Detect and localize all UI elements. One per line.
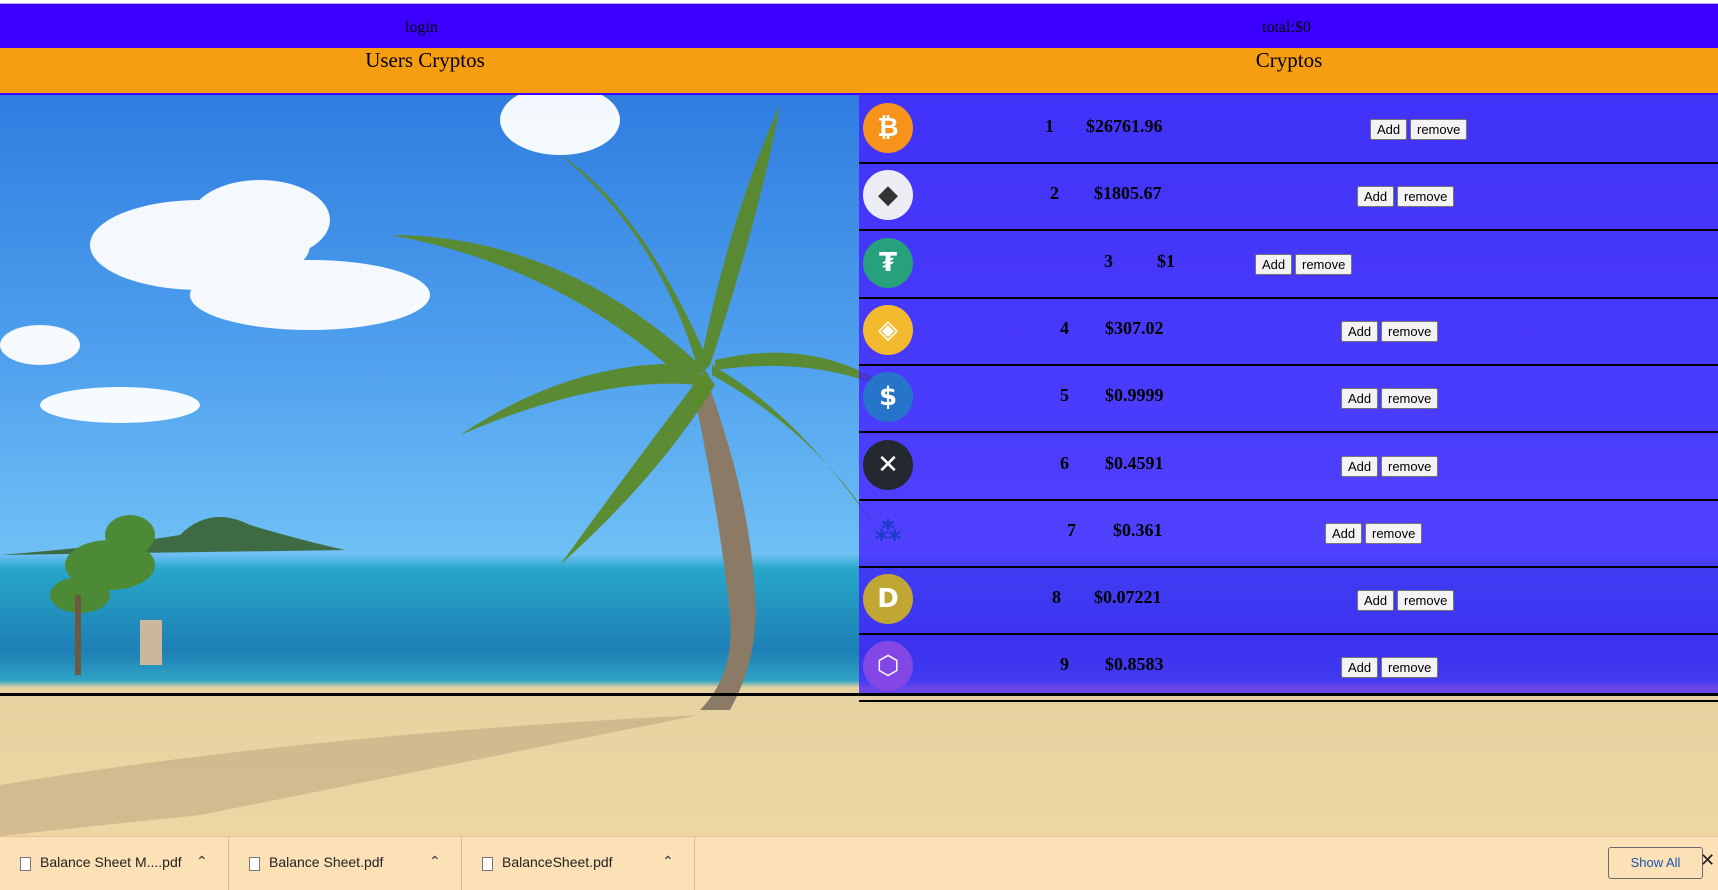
crypto-row: ◆ 2 $1805.67 Add remove: [859, 162, 1718, 232]
crypto-price: $0.8583: [1105, 654, 1164, 675]
crypto-rank: 2: [1050, 183, 1059, 204]
crypto-price: $0.9999: [1105, 385, 1164, 406]
file-icon: [482, 857, 493, 871]
add-button[interactable]: Add: [1255, 253, 1293, 275]
remove-button[interactable]: remove: [1397, 590, 1455, 612]
top-bar: login total:$0: [0, 3, 1718, 48]
crypto-row: ₮ 3 $1 Add remove: [859, 230, 1718, 299]
add-button[interactable]: Add: [1357, 590, 1395, 612]
download-shelf: Balance Sheet M....pdf ⌃ Balance Sheet.p…: [0, 836, 1718, 890]
crypto-price: $0.07221: [1094, 587, 1162, 608]
add-button[interactable]: Add: [1370, 119, 1408, 140]
chevron-up-icon[interactable]: ⌃: [429, 853, 441, 870]
download-item[interactable]: Balance Sheet.pdf ⌃: [229, 837, 462, 890]
add-button[interactable]: Add: [1341, 320, 1379, 342]
users-cryptos-title: Users Cryptos: [365, 48, 485, 72]
add-button[interactable]: Add: [1341, 455, 1379, 477]
login-link[interactable]: login: [405, 19, 438, 37]
bnb-icon: ◈: [863, 304, 913, 355]
crypto-row: D 8 $0.07221 Add remove: [859, 566, 1718, 636]
add-button[interactable]: Add: [1357, 186, 1395, 208]
bitcoin-icon: ₿: [863, 103, 913, 153]
download-item[interactable]: Balance Sheet M....pdf ⌃: [0, 837, 229, 890]
crypto-price: $26761.96: [1086, 116, 1163, 136]
crypto-rank: 7: [1067, 519, 1076, 540]
remove-button[interactable]: remove: [1381, 320, 1439, 342]
crypto-row: ◈ 4 $307.02 Add remove: [859, 297, 1718, 366]
remove-button[interactable]: remove: [1381, 388, 1439, 410]
close-icon[interactable]: ✕: [1700, 850, 1715, 871]
crypto-price: $0.4591: [1105, 452, 1164, 473]
add-button[interactable]: Add: [1325, 522, 1363, 544]
polygon-icon: ⬡: [863, 641, 913, 692]
dogecoin-icon: D: [863, 574, 913, 625]
crypto-price: $307.02: [1105, 317, 1164, 338]
crypto-rank: 8: [1052, 587, 1061, 608]
cryptos-title: Cryptos: [1255, 48, 1323, 72]
crypto-price: $1: [1157, 250, 1175, 271]
tether-icon: ₮: [863, 237, 913, 288]
crypto-rank: 3: [1104, 250, 1113, 271]
usdc-icon: $: [863, 372, 913, 423]
ethereum-icon: ◆: [863, 170, 913, 221]
crypto-rank: 1: [1045, 116, 1054, 136]
total-balance: total:$0: [1262, 19, 1311, 36]
crypto-rank: 6: [1060, 452, 1069, 473]
crypto-rank: 9: [1060, 654, 1069, 675]
remove-button[interactable]: remove: [1381, 657, 1439, 679]
download-filename: BalanceSheet.pdf: [502, 854, 613, 870]
chevron-up-icon[interactable]: ⌃: [662, 853, 674, 870]
remove-button[interactable]: remove: [1381, 455, 1439, 477]
xrp-icon: ✕: [863, 439, 913, 490]
chevron-up-icon[interactable]: ⌃: [196, 853, 208, 870]
crypto-list: ₿ 1 $26761.96 Add remove ◆ 2 $1805.67 Add remove ₮…: [859, 95, 1718, 703]
crypto-price: $0.361: [1113, 519, 1163, 540]
download-filename: Balance Sheet M....pdf: [40, 854, 182, 870]
show-all-button[interactable]: Show All: [1608, 847, 1703, 879]
crypto-price: $1805.67: [1094, 183, 1162, 204]
crypto-row: ✕ 6 $0.4591 Add remove: [859, 432, 1718, 501]
crypto-rank: 5: [1060, 385, 1069, 406]
crypto-rank: 4: [1060, 317, 1069, 338]
add-button[interactable]: Add: [1341, 388, 1379, 410]
file-icon: [249, 857, 260, 871]
add-button[interactable]: Add: [1341, 657, 1379, 679]
header: Users Cryptos Cryptos: [0, 48, 1718, 95]
download-item[interactable]: BalanceSheet.pdf ⌃: [462, 837, 695, 890]
cardano-icon: ⁂: [874, 516, 902, 547]
crypto-row: $5 $0.9999 Add remove: [859, 364, 1718, 434]
download-filename: Balance Sheet.pdf: [269, 854, 384, 870]
remove-button[interactable]: remove: [1365, 522, 1423, 544]
remove-button[interactable]: remove: [1397, 186, 1455, 208]
remove-button[interactable]: remove: [1295, 253, 1353, 275]
divider: [0, 693, 1718, 696]
file-icon: [20, 857, 31, 871]
remove-button[interactable]: remove: [1410, 119, 1468, 140]
crypto-row: ⁂ 7 $0.361 Add remove: [859, 499, 1718, 568]
crypto-row: ₿ 1 $26761.96 Add remove: [859, 95, 1718, 164]
